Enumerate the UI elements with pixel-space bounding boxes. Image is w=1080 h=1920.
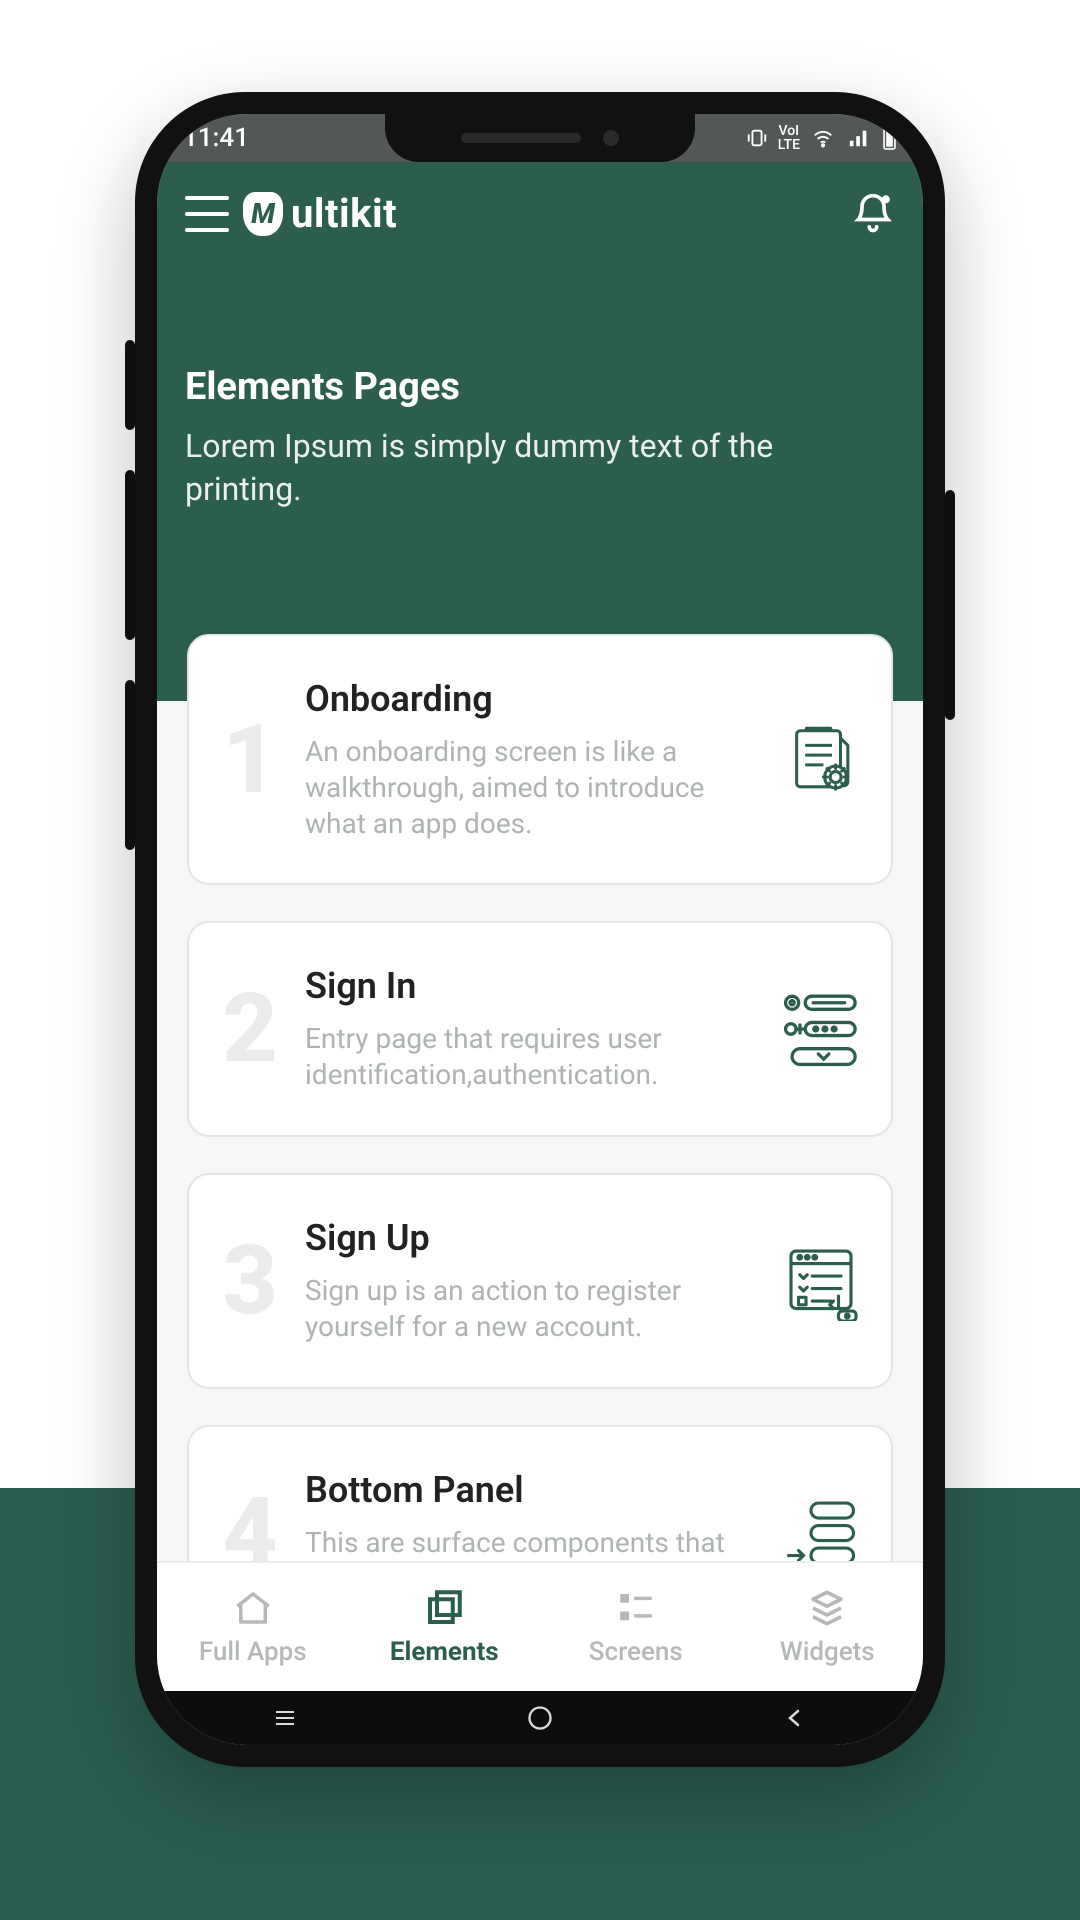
nav-widgets[interactable]: Widgets xyxy=(732,1563,924,1691)
card-title: Sign In xyxy=(305,965,761,1007)
nav-screens[interactable]: Screens xyxy=(540,1563,732,1691)
brand: M ultikit xyxy=(243,190,851,237)
onboarding-icon xyxy=(779,718,863,802)
vibrate-icon xyxy=(746,127,768,149)
menu-button[interactable] xyxy=(185,196,229,232)
card-onboarding[interactable]: 1 Onboarding An onboarding screen is lik… xyxy=(187,634,893,885)
bottom-nav: Full Apps Elements Screens Widgets xyxy=(157,1561,923,1691)
card-description: Entry page that requires user identifica… xyxy=(305,1021,761,1093)
phone-side-button xyxy=(125,680,135,850)
nav-elements[interactable]: Elements xyxy=(349,1563,541,1691)
nav-label: Full Apps xyxy=(199,1637,307,1667)
volte-icon: VoILTE xyxy=(778,124,800,152)
card-title: Sign Up xyxy=(305,1217,761,1259)
card-description: An onboarding screen is like a walkthrou… xyxy=(305,734,761,841)
brand-logo-letter: M xyxy=(251,197,275,230)
app-header: M ultikit Elements Pages Lorem I xyxy=(157,162,923,701)
cards-list: 1 Onboarding An onboarding screen is lik… xyxy=(157,634,923,1615)
phone-frame: 11:41 VoILTE M xyxy=(135,92,945,1767)
signup-icon xyxy=(779,1239,863,1323)
status-time: 11:41 xyxy=(183,123,249,153)
android-recent-button[interactable] xyxy=(265,1702,305,1734)
android-nav-bar xyxy=(157,1691,923,1745)
nav-label: Elements xyxy=(390,1637,499,1667)
screens-icon xyxy=(614,1587,658,1629)
phone-notch xyxy=(385,114,695,162)
stage: 11:41 VoILTE M xyxy=(0,0,1080,1920)
page-title: Elements Pages xyxy=(185,365,895,409)
top-bar: M ultikit xyxy=(157,182,923,247)
phone-screen: 11:41 VoILTE M xyxy=(157,114,923,1745)
notifications-button[interactable] xyxy=(851,192,895,236)
battery-icon xyxy=(882,126,897,150)
bell-icon xyxy=(851,192,895,236)
android-home-button[interactable] xyxy=(520,1702,560,1734)
status-indicators: VoILTE xyxy=(746,124,897,152)
phone-side-button xyxy=(125,470,135,640)
nav-full-apps[interactable]: Full Apps xyxy=(157,1563,349,1691)
nav-label: Screens xyxy=(589,1637,683,1667)
card-signup[interactable]: 3 Sign Up Sign up is an action to regist… xyxy=(187,1173,893,1389)
brand-name: ultikit xyxy=(291,190,397,237)
card-number: 3 xyxy=(213,1233,287,1329)
phone-side-button xyxy=(945,490,955,720)
brand-logo-icon: M xyxy=(243,192,283,236)
card-number: 2 xyxy=(213,981,287,1077)
phone-side-button xyxy=(125,340,135,430)
page-subtitle: Lorem Ipsum is simply dummy text of the … xyxy=(185,425,895,511)
card-title: Onboarding xyxy=(305,678,761,720)
nav-label: Widgets xyxy=(780,1637,875,1667)
android-back-button[interactable] xyxy=(775,1702,815,1734)
signal-icon xyxy=(846,127,872,149)
signin-icon xyxy=(779,987,863,1071)
widgets-icon xyxy=(805,1587,849,1629)
elements-icon xyxy=(422,1587,466,1629)
card-description: Sign up is an action to register yoursel… xyxy=(305,1273,761,1345)
home-icon xyxy=(231,1587,275,1629)
wifi-icon xyxy=(810,127,836,149)
card-signin[interactable]: 2 Sign In Entry page that requires user … xyxy=(187,921,893,1137)
card-title: Bottom Panel xyxy=(305,1469,761,1511)
card-number: 1 xyxy=(213,712,287,808)
